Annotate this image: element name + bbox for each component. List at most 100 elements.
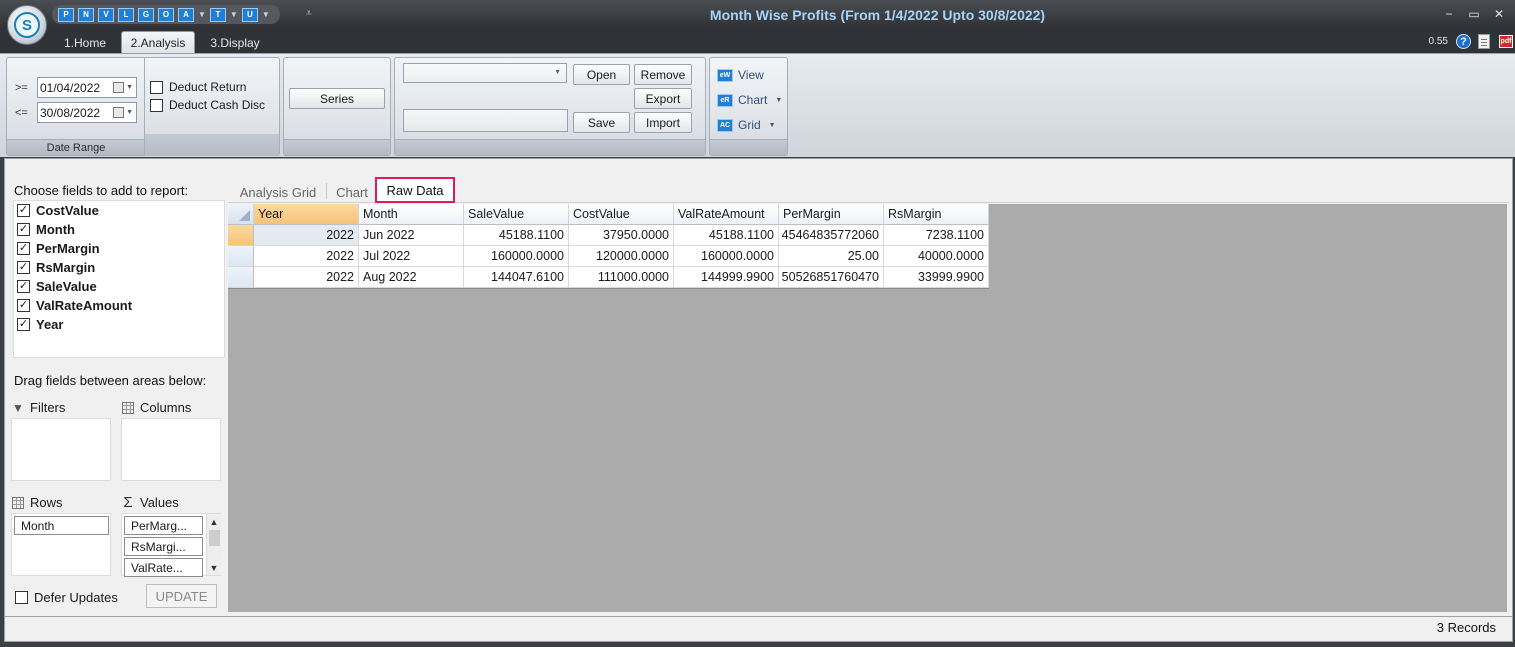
save-button[interactable]: Save [573, 112, 630, 133]
grid-button[interactable]: AC Grid ▼ [717, 118, 776, 132]
cell-month[interactable]: Jul 2022 [359, 246, 464, 267]
table-row[interactable]: 2022 Jun 2022 45188.1100 37950.0000 4518… [228, 225, 989, 246]
column-header-costvalue[interactable]: CostValue [569, 204, 674, 225]
column-header-salevalue[interactable]: SaleValue [464, 204, 569, 225]
filters-drop-area[interactable] [11, 418, 111, 481]
chevron-down-icon[interactable]: ▼ [775, 97, 782, 104]
cell-costvalue[interactable]: 37950.0000 [569, 225, 674, 246]
cell-salevalue[interactable]: 144047.6100 [464, 267, 569, 288]
cell-salevalue[interactable]: 160000.0000 [464, 246, 569, 267]
chevron-down-icon[interactable]: ▼ [126, 84, 133, 91]
table-row[interactable]: 2022 Aug 2022 144047.6100 111000.0000 14… [228, 267, 989, 288]
calendar-icon[interactable] [113, 82, 124, 93]
rows-field-month[interactable]: Month [14, 516, 109, 535]
checkbox-checked[interactable]: ✓ [17, 223, 30, 236]
field-month[interactable]: ✓ Month [17, 222, 75, 237]
table-row[interactable]: 2022 Jul 2022 160000.0000 120000.0000 16… [228, 246, 989, 267]
cell-costvalue[interactable]: 111000.0000 [569, 267, 674, 288]
defer-updates-checkbox[interactable]: Defer Updates [15, 590, 118, 605]
to-date-field[interactable]: 30/08/2022 ▼ [37, 102, 137, 123]
series-button[interactable]: Series [289, 88, 385, 109]
view-button[interactable]: eW View [717, 68, 764, 82]
checkbox-checked[interactable]: ✓ [17, 299, 30, 312]
cell-year[interactable]: 2022 [254, 225, 359, 246]
cell-permargin[interactable]: 45464835772060 [779, 225, 884, 246]
update-button[interactable]: UPDATE [146, 584, 217, 608]
checkbox-checked[interactable]: ✓ [17, 261, 30, 274]
scroll-up-icon[interactable]: ▲ [207, 514, 221, 529]
cell-valrateamount[interactable]: 45188.1100 [674, 225, 779, 246]
tab-raw-data[interactable]: Raw Data [375, 177, 455, 203]
column-header-rsmargin[interactable]: RsMargin [884, 204, 989, 225]
chevron-down-icon[interactable]: ▼ [769, 122, 776, 129]
row-header[interactable] [228, 225, 254, 246]
field-rsmargin[interactable]: ✓ RsMargin [17, 260, 95, 275]
chevron-down-icon[interactable]: ▼ [126, 109, 133, 116]
export-button[interactable]: Export [634, 88, 692, 109]
import-button[interactable]: Import [634, 112, 692, 133]
scroll-down-icon[interactable]: ▼ [207, 560, 221, 575]
values-drop-area[interactable]: PerMarg... RsMargi... ValRate... ▲ ▼ [121, 513, 221, 577]
column-header-valrateamount[interactable]: ValRateAmount [674, 204, 779, 225]
cell-rsmargin[interactable]: 7238.1100 [884, 225, 989, 246]
minimize-button[interactable]: − [1441, 7, 1457, 21]
checkbox-box[interactable] [150, 80, 163, 94]
deduct-cash-disc-checkbox[interactable]: Deduct Cash Disc [150, 98, 265, 112]
cell-valrateamount[interactable]: 160000.0000 [674, 246, 779, 267]
open-button[interactable]: Open [573, 64, 630, 85]
column-header-month[interactable]: Month [359, 204, 464, 225]
chevron-down-icon[interactable]: ▼ [554, 69, 561, 76]
maximize-button[interactable]: ▭ [1466, 7, 1482, 21]
cell-valrateamount[interactable]: 144999.9900 [674, 267, 779, 288]
rows-drop-area[interactable]: Month [11, 513, 111, 576]
values-scrollbar[interactable]: ▲ ▼ [206, 514, 221, 575]
chart-button[interactable]: eR Chart ▼ [717, 93, 782, 107]
close-button[interactable]: ✕ [1491, 7, 1507, 21]
deduct-return-checkbox[interactable]: Deduct Return [150, 80, 246, 94]
cell-year[interactable]: 2022 [254, 267, 359, 288]
document-icon[interactable] [1478, 34, 1490, 49]
pdf-icon[interactable]: pdf [1499, 35, 1513, 48]
cell-rsmargin[interactable]: 33999.9900 [884, 267, 989, 288]
cell-month[interactable]: Aug 2022 [359, 267, 464, 288]
calendar-icon[interactable] [113, 107, 124, 118]
tab-analysis[interactable]: 2.Analysis [121, 31, 195, 54]
cell-month[interactable]: Jun 2022 [359, 225, 464, 246]
tab-display[interactable]: 3.Display [200, 31, 270, 54]
tab-home[interactable]: 1.Home [52, 31, 118, 54]
column-header-permargin[interactable]: PerMargin [779, 204, 884, 225]
checkbox-checked[interactable]: ✓ [17, 242, 30, 255]
cell-rsmargin[interactable]: 40000.0000 [884, 246, 989, 267]
cell-salevalue[interactable]: 45188.1100 [464, 225, 569, 246]
select-all-corner[interactable] [228, 204, 254, 225]
checkbox-box[interactable] [15, 591, 28, 604]
values-field-rsmargin[interactable]: RsMargi... [124, 537, 203, 556]
checkbox-checked[interactable]: ✓ [17, 204, 30, 217]
layout-select[interactable]: ▼ [403, 63, 567, 83]
column-header-year[interactable]: Year [254, 204, 359, 225]
tab-chart[interactable]: Chart [329, 181, 375, 203]
row-header[interactable] [228, 246, 254, 267]
cell-permargin[interactable]: 25.00 [779, 246, 884, 267]
tab-analysis-grid[interactable]: Analysis Grid [232, 181, 324, 203]
from-date-field[interactable]: 01/04/2022 ▼ [37, 77, 137, 98]
field-permargin[interactable]: ✓ PerMargin [17, 241, 100, 256]
values-field-valrateamount[interactable]: ValRate... [124, 558, 203, 577]
checkbox-checked[interactable]: ✓ [17, 280, 30, 293]
help-icon[interactable]: ? [1456, 34, 1471, 49]
scroll-thumb[interactable] [209, 530, 220, 546]
cell-permargin[interactable]: 50526851760470 [779, 267, 884, 288]
remove-button[interactable]: Remove [634, 64, 692, 85]
values-field-permargin[interactable]: PerMarg... [124, 516, 203, 535]
row-header[interactable] [228, 267, 254, 288]
columns-drop-area[interactable] [121, 418, 221, 481]
cell-year[interactable]: 2022 [254, 246, 359, 267]
layout-name-field[interactable] [403, 109, 568, 132]
checkbox-checked[interactable]: ✓ [17, 318, 30, 331]
app-menu-button[interactable]: S [7, 5, 47, 45]
cell-costvalue[interactable]: 120000.0000 [569, 246, 674, 267]
field-year[interactable]: ✓ Year [17, 317, 63, 332]
field-valrateamount[interactable]: ✓ ValRateAmount [17, 298, 132, 313]
field-costvalue[interactable]: ✓ CostValue [17, 203, 99, 218]
checkbox-box[interactable] [150, 98, 163, 112]
